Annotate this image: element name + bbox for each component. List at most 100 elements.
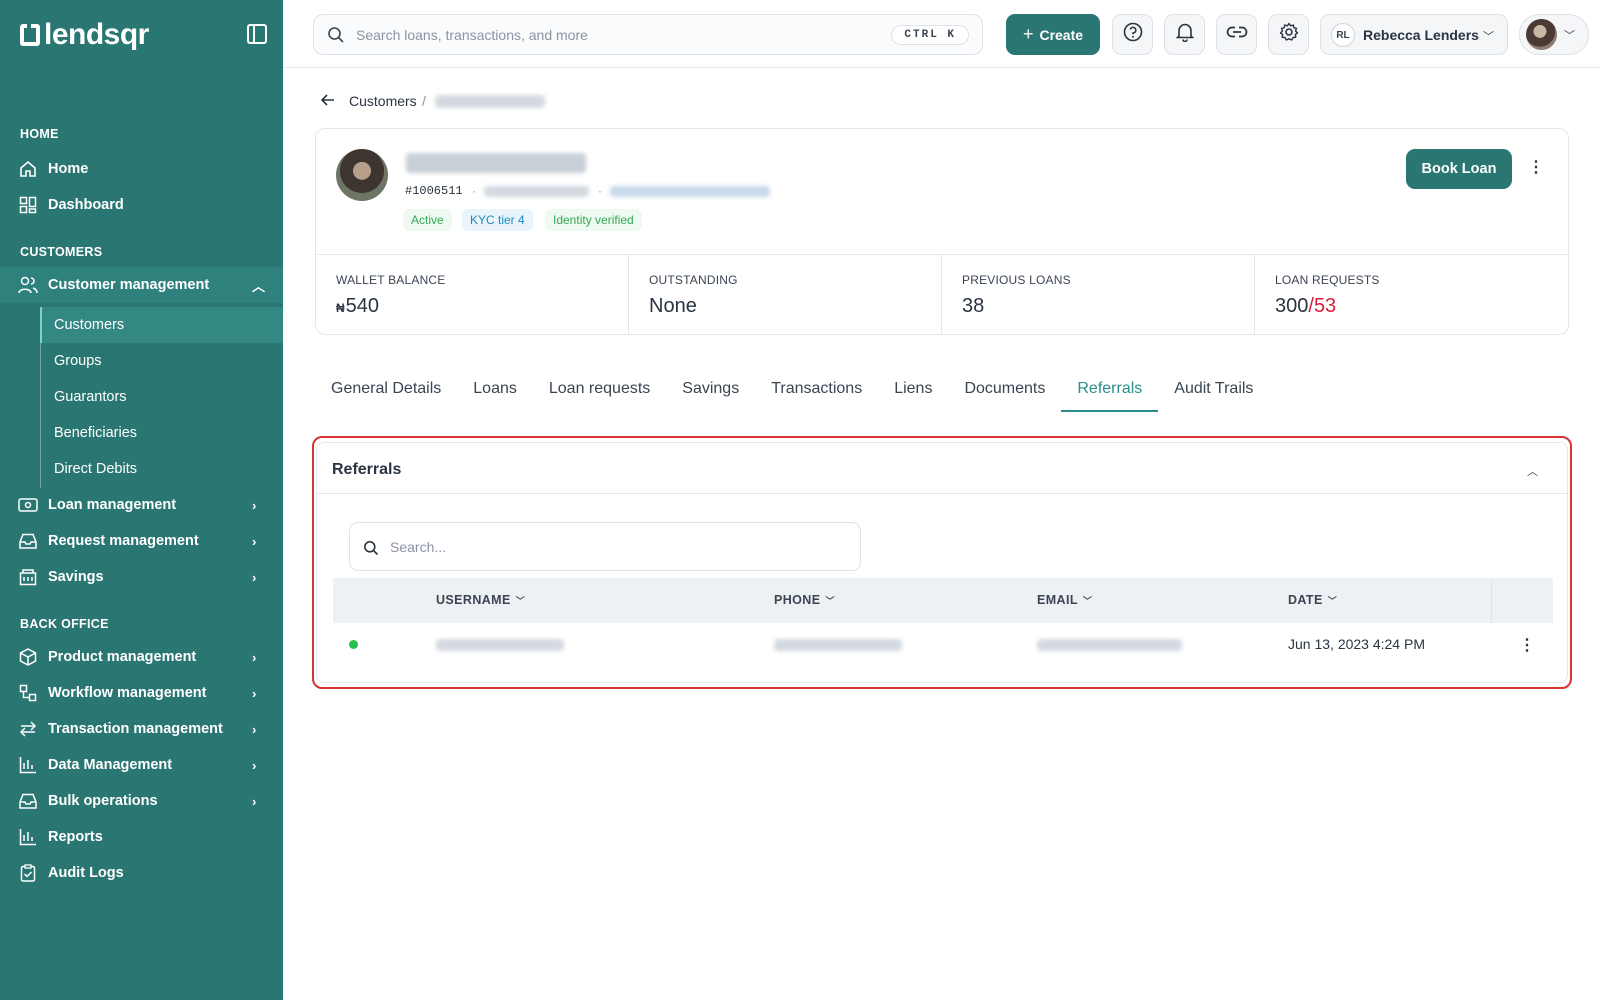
stat-previous-loans: PREVIOUS LOANS 38	[942, 255, 1255, 335]
tab-savings[interactable]: Savings	[666, 368, 755, 412]
top-bar: Search loans, transactions, and more CTR…	[283, 0, 1600, 68]
stat-value-wrapper: ₦540	[336, 295, 608, 318]
customer-name-redacted	[406, 153, 586, 173]
sidebar-subitem-guarantors[interactable]: Guarantors	[40, 379, 283, 415]
breadcrumb-separator: /	[422, 93, 426, 109]
stat-loan-requests: LOAN REQUESTS 300/53	[1255, 255, 1568, 335]
stat-value: None	[649, 295, 697, 317]
sidebar-subitem-groups[interactable]: Groups	[40, 343, 283, 379]
stat-label: OUTSTANDING	[649, 273, 738, 287]
loan-requests-total: 300	[1275, 295, 1309, 317]
sidebar-item-home[interactable]: Home	[0, 151, 283, 187]
tab-loan-requests[interactable]: Loan requests	[533, 368, 666, 412]
stat-value: 38	[962, 295, 985, 317]
column-header-email[interactable]: EMAIL ﹀	[1037, 593, 1092, 607]
customer-phone-redacted	[484, 186, 589, 197]
logo-mark-icon	[20, 24, 40, 46]
sort-chevron-icon: ﹀	[1327, 596, 1338, 606]
sidebar-item-customer-management[interactable]: Customer management ︿	[0, 267, 283, 303]
chevron-right-icon: ›	[252, 721, 257, 737]
inbox-icon	[18, 791, 38, 811]
tab-transactions[interactable]: Transactions	[755, 368, 878, 412]
sidebar-subitem-direct-debits[interactable]: Direct Debits	[40, 451, 283, 487]
sidebar-item-transaction-management[interactable]: Transaction management ›	[0, 711, 283, 747]
stat-label: LOAN REQUESTS	[1275, 273, 1380, 287]
sidebar-item-reports[interactable]: Reports	[0, 819, 283, 855]
sidebar-collapse-icon[interactable]	[247, 24, 267, 44]
sidebar-item-label: Loan management	[48, 497, 177, 513]
column-header-label: USERNAME	[436, 593, 511, 607]
sidebar-item-label: Bulk operations	[48, 793, 158, 809]
status-dot-active	[349, 640, 358, 649]
sidebar-item-label: Product management	[48, 649, 197, 665]
clipboard-icon	[18, 863, 38, 883]
user-menu-button[interactable]: RL Rebecca Lenders ﹀	[1320, 14, 1508, 55]
sidebar-item-workflow-management[interactable]: Workflow management ›	[0, 675, 283, 711]
settings-button[interactable]	[1268, 14, 1309, 55]
sidebar-item-label: Dashboard	[48, 197, 124, 213]
tab-loans[interactable]: Loans	[457, 368, 533, 412]
brand-logo[interactable]: lendsqr	[20, 18, 149, 52]
status-badge-active: Active	[403, 209, 452, 231]
table-row[interactable]: Jun 13, 2023 4:24 PM ⋮	[333, 623, 1553, 668]
column-header-phone[interactable]: PHONE ﹀	[774, 593, 835, 607]
sort-chevron-icon: ﹀	[1082, 596, 1093, 606]
chevron-right-icon: ›	[252, 569, 257, 585]
users-icon	[18, 275, 38, 295]
sidebar-subitem-customers[interactable]: Customers	[40, 307, 283, 343]
sidebar-item-bulk-operations[interactable]: Bulk operations ›	[0, 783, 283, 819]
sidebar-item-request-management[interactable]: Request management ›	[0, 523, 283, 559]
tab-audit-trails[interactable]: Audit Trails	[1158, 368, 1269, 412]
help-button[interactable]	[1112, 14, 1153, 55]
chevron-right-icon: ›	[252, 685, 257, 701]
row-actions-icon[interactable]: ⋮	[1517, 635, 1537, 655]
sidebar-subitem-beneficiaries[interactable]: Beneficiaries	[40, 415, 283, 451]
chevron-right-icon: ›	[252, 793, 257, 809]
sidebar-item-label: Workflow management	[48, 685, 207, 701]
customer-id: #1006511	[405, 184, 463, 198]
loan-requests-declined: 53	[1313, 295, 1337, 317]
sidebar-item-label: Request management	[48, 533, 199, 549]
collapse-panel-icon[interactable]: ︿	[1527, 463, 1538, 479]
link-icon	[1226, 25, 1248, 44]
breadcrumb-customers-link[interactable]: Customers	[349, 93, 417, 109]
profile-menu-button[interactable]: ﹀	[1519, 14, 1589, 55]
column-header-label: EMAIL	[1037, 593, 1078, 607]
customer-email-redacted	[610, 186, 770, 197]
global-search-input[interactable]: Search loans, transactions, and more CTR…	[313, 14, 983, 55]
sidebar-item-loan-management[interactable]: Loan management ›	[0, 487, 283, 523]
column-header-date[interactable]: DATE ﹀	[1288, 593, 1337, 607]
gear-icon	[1279, 22, 1299, 47]
tab-general-details[interactable]: General Details	[315, 368, 457, 412]
chevron-right-icon: ›	[252, 533, 257, 549]
sidebar-item-label: Reports	[48, 829, 103, 845]
sidebar-item-product-management[interactable]: Product management ›	[0, 639, 283, 675]
bell-icon	[1175, 22, 1194, 47]
tab-referrals[interactable]: Referrals	[1061, 368, 1159, 412]
create-button[interactable]: + Create	[1006, 14, 1100, 55]
sidebar-item-data-management[interactable]: Data Management ›	[0, 747, 283, 783]
book-loan-button[interactable]: Book Loan	[1406, 149, 1512, 189]
sort-chevron-icon: ﹀	[515, 596, 526, 606]
sidebar-item-dashboard[interactable]: Dashboard	[0, 187, 283, 223]
email-redacted	[1037, 639, 1182, 651]
header-divider	[1491, 578, 1492, 623]
sidebar-item-audit-logs[interactable]: Audit Logs	[0, 855, 283, 891]
back-arrow-icon[interactable]	[320, 92, 336, 113]
separator-dot: ·	[472, 184, 476, 198]
column-header-username[interactable]: USERNAME ﹀	[436, 593, 525, 607]
sidebar: lendsqr HOME Home Dashboard CUSTOMERS Cu…	[0, 0, 283, 1000]
more-options-icon[interactable]: ⋮	[1526, 157, 1546, 177]
column-header-label: PHONE	[774, 593, 821, 607]
create-button-label: Create	[1039, 26, 1084, 43]
chevron-down-icon: ﹀	[1483, 31, 1494, 43]
referrals-panel: Referrals ︿ Search... USERNAME ﹀ PHONE ﹀ E…	[316, 442, 1568, 683]
link-button[interactable]	[1216, 14, 1257, 55]
tab-documents[interactable]: Documents	[948, 368, 1061, 412]
section-home-label: HOME	[20, 127, 59, 141]
sidebar-item-savings[interactable]: Savings ›	[0, 559, 283, 595]
notifications-button[interactable]	[1164, 14, 1205, 55]
loan-icon	[18, 495, 38, 515]
tab-liens[interactable]: Liens	[878, 368, 948, 412]
referrals-search-input[interactable]: Search...	[349, 522, 861, 571]
